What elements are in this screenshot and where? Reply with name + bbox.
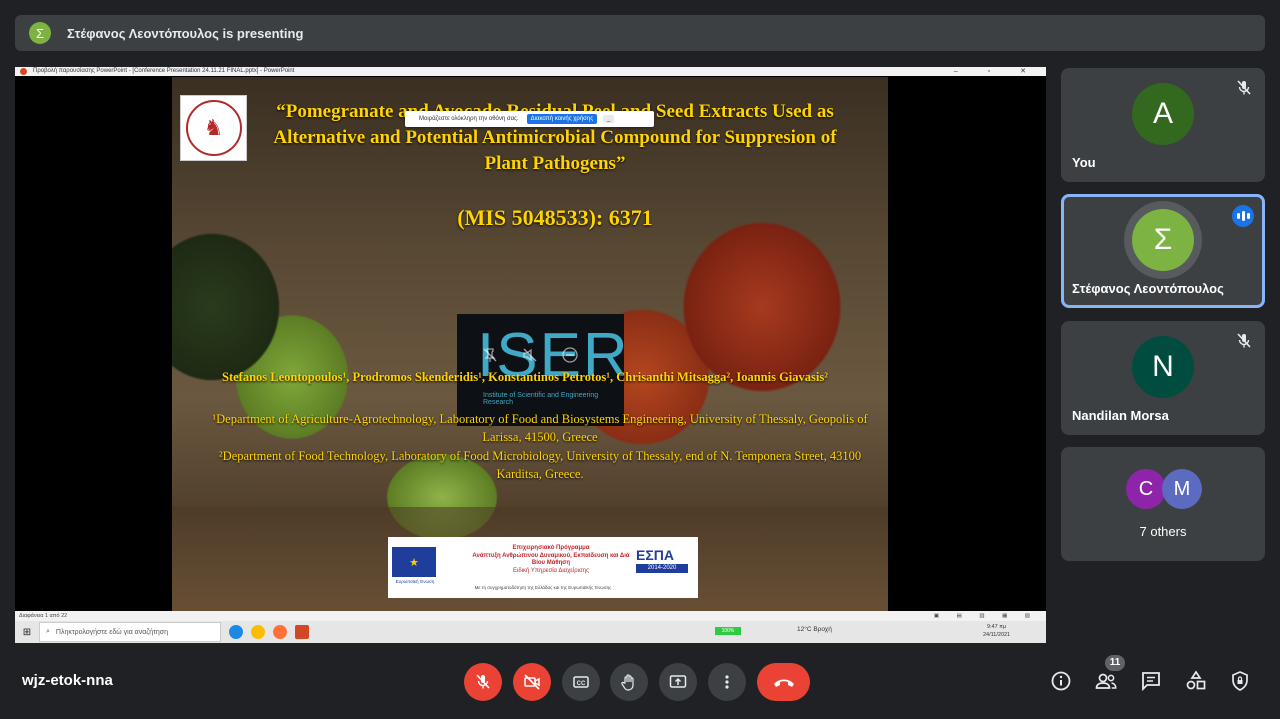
stop-sharing-button[interactable]: Διακοπή κοινής χρήσης: [526, 114, 598, 124]
iser-logo-subtitle: Institute of Scientific and Engineering …: [483, 392, 599, 406]
powerpoint-statusbar: Διαφάνεια 1 από 22 ▣ ▤ ▥ ▦ ▧: [15, 611, 1046, 621]
speaking-indicator-icon: [1232, 205, 1254, 227]
camera-off-icon: [524, 674, 540, 690]
others-label: 7 others: [1139, 524, 1187, 539]
participant-name: Nandilan Morsa: [1072, 408, 1169, 423]
hide-share-bar-button[interactable]: _: [603, 115, 615, 123]
window-controls: – ▫ ✕: [953, 68, 1040, 75]
people-button[interactable]: [1093, 668, 1119, 694]
espa-logo: ΕΣΠΑ: [636, 547, 674, 563]
espa-footer: Με τη συγχρηματοδότηση της Ελλάδας και τ…: [474, 585, 612, 590]
leave-call-button[interactable]: [757, 663, 810, 701]
mic-off-icon: [476, 674, 490, 689]
mute-tile-icon[interactable]: [520, 345, 540, 365]
host-controls-button[interactable]: [1227, 668, 1253, 694]
taskbar-time: 9:47 πμ: [986, 624, 1007, 630]
mic-off-icon: [1234, 78, 1254, 98]
more-options-button[interactable]: [708, 663, 746, 701]
espa-program: Επιχειρησιακό Πρόγραμμα Ανάπτυξη Ανθρώπι…: [466, 545, 636, 575]
mic-toggle-button[interactable]: [464, 663, 502, 701]
slide-mis-code: (MIS 5048533): 6371: [457, 205, 653, 230]
meeting-details-button[interactable]: [1048, 668, 1074, 694]
presenter-avatar: Σ: [29, 22, 51, 44]
participant-tile-presenter[interactable]: Σ Στέφανος Λεοντόπουλος: [1061, 194, 1265, 308]
weather-widget: 12°C Βροχή: [797, 626, 832, 633]
presenting-banner: Σ Στέφανος Λεοντόπουλος is presenting: [15, 15, 1265, 51]
people-icon: [1095, 673, 1117, 689]
espa-program-name: Ανάπτυξη Ανθρώπινου Δυναμικού, Εκπαίδευσ…: [472, 552, 630, 567]
more-vert-icon: [725, 675, 729, 689]
windows-start-icon: ⊞: [22, 626, 32, 638]
eu-flag-icon: ★: [392, 547, 436, 577]
search-icon: ⌕: [46, 628, 50, 635]
chat-button[interactable]: [1138, 668, 1164, 694]
avatar: A: [1132, 83, 1194, 145]
slide-counter: Διαφάνεια 1 από 22: [19, 613, 68, 619]
shared-screen: Προβολή παρουσίασης PowerPoint - [Confer…: [15, 67, 1046, 643]
avatar: N: [1132, 336, 1194, 398]
powerpoint-icon: [20, 68, 27, 75]
camera-toggle-button[interactable]: [513, 663, 551, 701]
presenting-text: Στέφανος Λεοντόπουλος is presenting: [67, 25, 304, 41]
university-seal-icon: ♞: [185, 100, 242, 156]
espa-years: 2014-2020: [636, 564, 688, 573]
view-buttons: ▣ ▤ ▥ ▦ ▧: [933, 613, 1038, 619]
present-button[interactable]: [659, 663, 697, 701]
edge-icon: [229, 625, 243, 639]
present-screen-icon: [669, 675, 687, 688]
taskbar-search-placeholder: Πληκτρολογήστε εδώ για αναζήτηση: [55, 628, 169, 636]
meeting-code: wjz-etok-nna: [22, 672, 113, 689]
hang-up-icon: [773, 679, 794, 687]
university-logo: ♞: [180, 95, 247, 161]
powerpoint-titlebar: Προβολή παρουσίασης PowerPoint - [Confer…: [15, 67, 1046, 76]
firefox-icon: [273, 625, 287, 639]
captions-button[interactable]: CC: [562, 663, 600, 701]
participant-name: Στέφανος Λεοντόπουλος: [1072, 281, 1224, 296]
espa-program-sub: Ειδική Υπηρεσία Διαχείρισης: [513, 567, 589, 574]
taskbar-date: 24/11/2021: [983, 632, 1011, 638]
hand-icon: [621, 674, 634, 691]
eu-caption: Ευρωπαϊκή Ένωση: [395, 579, 435, 584]
powerpoint-taskbar-icon: [295, 625, 309, 639]
espa-program-heading: Επιχειρησιακό Πρόγραμμα: [512, 545, 590, 551]
chat-icon: [1142, 672, 1160, 692]
taskbar-clock: 9:47 πμ 24/11/2021: [983, 623, 1010, 639]
svg-text:CC: CC: [577, 681, 586, 687]
participant-tile-others[interactable]: C M 7 others: [1061, 447, 1265, 561]
screen-share-bar: Μοιράζεστε ολόκληρη την οθόνη σας. Διακο…: [405, 111, 654, 127]
participant-tile-nandilan[interactable]: N Nandilan Morsa: [1061, 321, 1265, 435]
mic-off-icon: [1234, 331, 1254, 351]
activities-icon: [1186, 670, 1206, 690]
participant-name: You: [1072, 155, 1096, 170]
window-title: Προβολή παρουσίασης PowerPoint - [Confer…: [33, 68, 295, 74]
shield-lock-icon: [1232, 671, 1248, 691]
avatar: M: [1162, 469, 1202, 509]
chrome-icon: [251, 625, 265, 639]
activities-button[interactable]: [1183, 668, 1209, 694]
participant-count-badge: 11: [1105, 655, 1125, 671]
info-icon: [1051, 671, 1071, 691]
slide-affiliation-1: ¹Department of Agriculture-Agrotechnolog…: [212, 412, 868, 444]
zoom-indicator: 100%: [715, 627, 741, 635]
share-label: Μοιράζεστε ολόκληρη την οθόνη σας.: [419, 116, 519, 122]
captions-icon: CC: [573, 676, 589, 688]
tile-hover-controls: [470, 338, 590, 372]
taskbar-search: ⌕ Πληκτρολογήστε εδώ για αναζήτηση: [39, 622, 221, 642]
windows-taskbar: ⊞ ⌕ Πληκτρολογήστε εδώ για αναζήτηση 100…: [15, 621, 1046, 643]
pin-off-icon[interactable]: [480, 345, 500, 365]
slide-authors: Stefanos Leontopoulos¹, Prodromos Skende…: [222, 370, 828, 384]
avatar: Σ: [1132, 209, 1194, 271]
participant-tile-you[interactable]: A You: [1061, 68, 1265, 182]
avatar: C: [1126, 469, 1166, 509]
slide-affiliation-2: ²Department of Food Technology, Laborato…: [218, 449, 862, 481]
espa-banner: ★ Ευρωπαϊκή Ένωση Επιχειρησιακό Πρόγραμμ…: [388, 537, 698, 598]
remove-tile-icon[interactable]: [560, 345, 580, 365]
raise-hand-button[interactable]: [610, 663, 648, 701]
